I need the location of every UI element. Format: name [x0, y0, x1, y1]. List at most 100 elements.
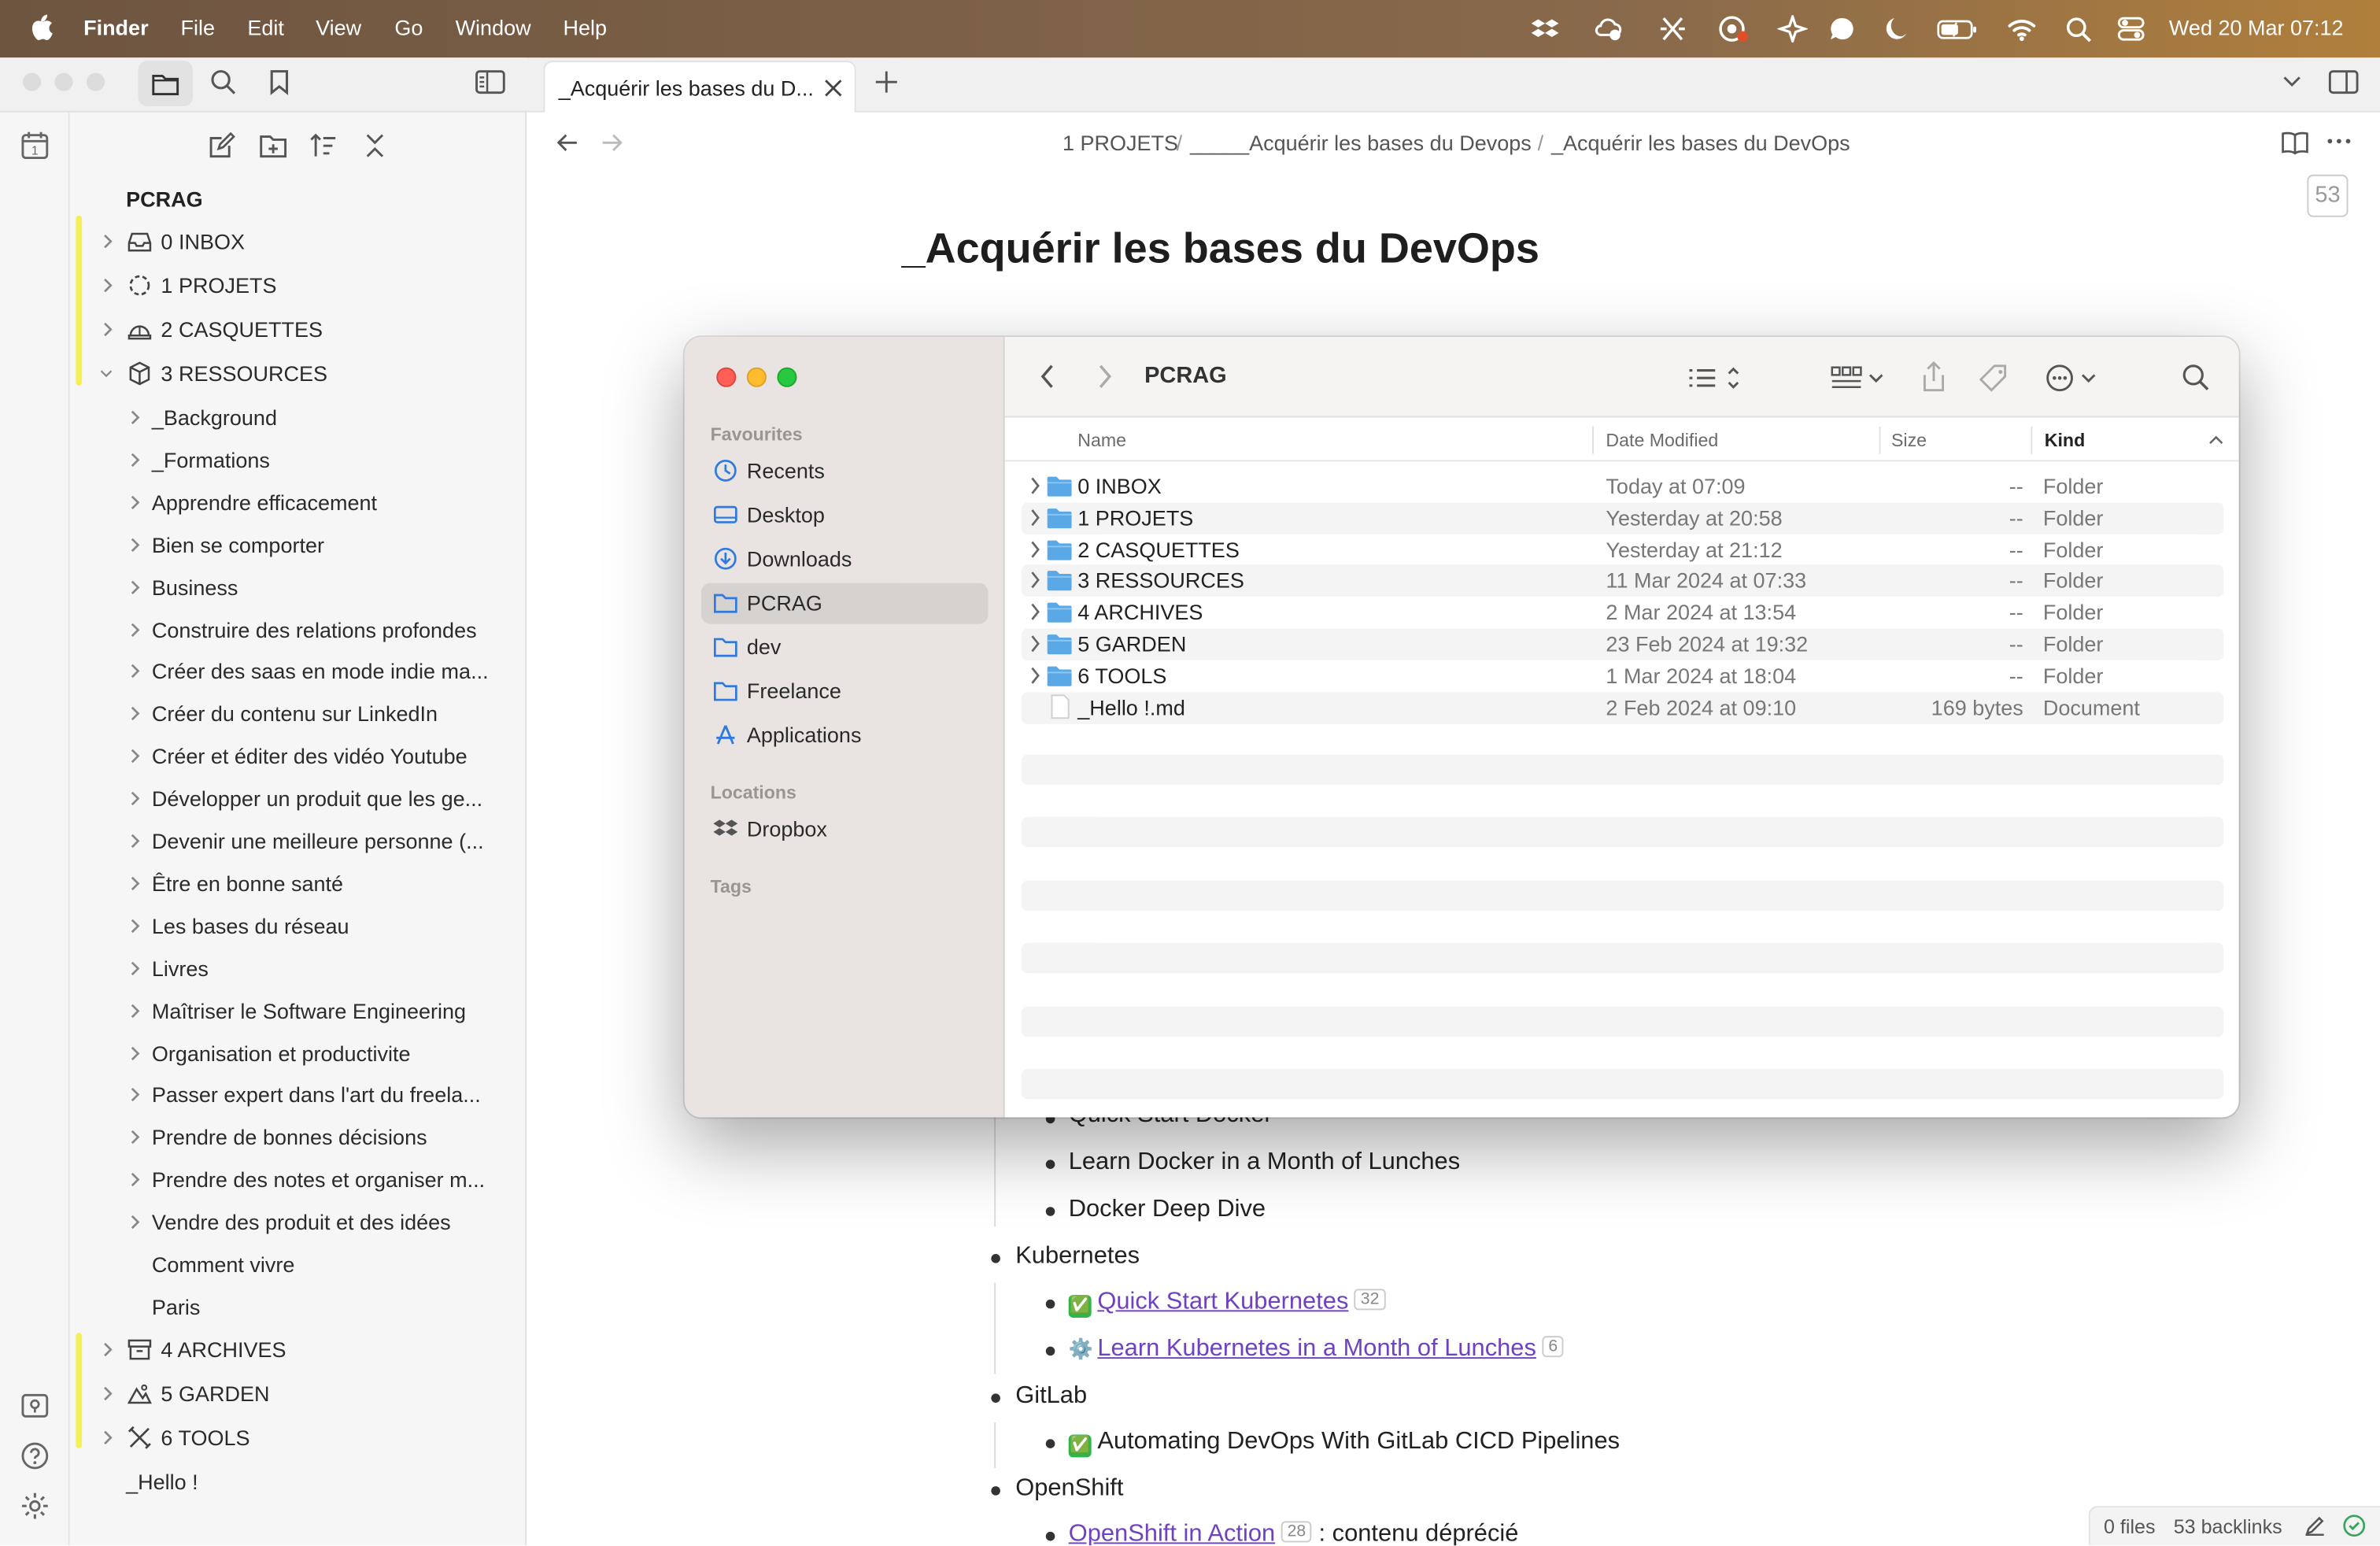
- sidebar-folder-tools[interactable]: 6 TOOLS: [0, 1418, 516, 1457]
- sidebar-subfolder[interactable]: _Background: [0, 398, 516, 437]
- group-by-icon[interactable]: [1831, 364, 1888, 392]
- chevron-right-icon[interactable]: [128, 790, 142, 808]
- chevron-right-icon[interactable]: [128, 1213, 142, 1231]
- chevron-right-icon[interactable]: [128, 1044, 142, 1062]
- spotlight-search-icon[interactable]: [2064, 15, 2095, 43]
- note-list-item[interactable]: ✅ Quick Start Kubernetes 32: [1068, 1289, 1386, 1318]
- sidebar-subfolder[interactable]: Créer des saas en mode indie ma...: [0, 652, 516, 691]
- edit-pencil-icon[interactable]: [2304, 1515, 2326, 1537]
- sidebar-note-comment-vivre[interactable]: Comment vivre: [0, 1245, 516, 1284]
- sidebar-subfolder[interactable]: Développer un produit que les ge...: [0, 779, 516, 819]
- finder-file-row[interactable]: 6 TOOLS 1 Mar 2024 at 18:04 -- Folder: [1022, 660, 2223, 693]
- chevron-right-icon[interactable]: [100, 1341, 115, 1359]
- battery-icon[interactable]: [1937, 15, 1979, 43]
- chevron-right-icon[interactable]: [128, 620, 142, 638]
- chevron-right-icon[interactable]: [128, 535, 142, 553]
- collapse-all-icon[interactable]: [361, 132, 389, 160]
- chevron-right-icon[interactable]: [128, 959, 142, 977]
- network-warning-icon[interactable]: [1717, 15, 1748, 43]
- chevron-right-icon[interactable]: [100, 1429, 115, 1447]
- share-icon[interactable]: [1920, 360, 1948, 393]
- sidebar-subfolder[interactable]: Organisation et productivite: [0, 1033, 516, 1072]
- chevron-right-icon[interactable]: [128, 832, 142, 850]
- note-list-item[interactable]: OpenShift: [1015, 1476, 1123, 1503]
- chevron-right-icon[interactable]: [128, 409, 142, 427]
- files-view-button[interactable]: [138, 61, 193, 106]
- column-header-name[interactable]: Name: [1077, 430, 1126, 451]
- sidebar-subfolder[interactable]: _Formations: [0, 440, 516, 479]
- window-zoom-button[interactable]: [86, 72, 105, 91]
- sidebar-note-paris[interactable]: Paris: [0, 1287, 516, 1326]
- sidebar-folder-projets[interactable]: 1 PROJETS: [0, 265, 516, 305]
- sidebar-folder-archives[interactable]: 4 ARCHIVES: [0, 1330, 516, 1369]
- note-list-item[interactable]: GitLab: [1015, 1383, 1087, 1411]
- finder-sidebar-pcrag[interactable]: PCRAG: [700, 583, 989, 624]
- search-icon[interactable]: [2181, 363, 2212, 394]
- toggle-sidebar-icon[interactable]: [475, 70, 506, 94]
- note-list-item[interactable]: ✅ Automating DevOps With GitLab CICD Pipe…: [1068, 1429, 1620, 1458]
- bookmark-icon[interactable]: [267, 68, 291, 96]
- more-actions-icon[interactable]: [2045, 363, 2102, 394]
- sparkle-icon[interactable]: [1777, 15, 1808, 43]
- note-title[interactable]: _Acquérir les bases du DevOps: [902, 224, 1539, 273]
- note-list-item[interactable]: Kubernetes: [1015, 1243, 1140, 1270]
- disclosure-triangle-icon[interactable]: [1029, 509, 1041, 527]
- column-divider[interactable]: [2031, 426, 2033, 454]
- control-center-icon[interactable]: [2116, 15, 2146, 43]
- forward-arrow-icon[interactable]: [600, 131, 624, 155]
- column-divider[interactable]: [1879, 426, 1881, 454]
- chevron-down-icon[interactable]: [98, 364, 113, 383]
- sidebar-subfolder[interactable]: Créer du contenu sur LinkedIn: [0, 694, 516, 734]
- chat-bubble-icon[interactable]: [1828, 15, 1858, 43]
- menu-go[interactable]: Go: [394, 15, 423, 39]
- sidebar-folder-garden[interactable]: 5 GARDEN: [0, 1374, 516, 1413]
- new-tab-plus-icon[interactable]: [874, 70, 899, 94]
- disclosure-triangle-icon[interactable]: [1029, 477, 1041, 495]
- chevron-right-icon[interactable]: [128, 916, 142, 934]
- backlinks-count-badge[interactable]: 53: [2307, 174, 2349, 217]
- finder-sidebar-dev[interactable]: dev: [701, 627, 988, 668]
- note-list-item[interactable]: Learn Docker in a Month of Lunches: [1069, 1149, 1460, 1177]
- internal-link[interactable]: OpenShift in Action: [1069, 1521, 1275, 1545]
- chevron-right-icon[interactable]: [128, 578, 142, 596]
- menu-view[interactable]: View: [316, 15, 361, 39]
- menu-window[interactable]: Window: [456, 15, 531, 39]
- note-list-item[interactable]: OpenShift in Action 28 : contenu déprécié: [1069, 1521, 1518, 1545]
- chevron-right-icon[interactable]: [128, 1171, 142, 1189]
- calendar-icon[interactable]: 1: [20, 131, 50, 161]
- new-note-icon[interactable]: [208, 131, 235, 160]
- disclosure-triangle-icon[interactable]: [1029, 666, 1041, 684]
- finder-close-button[interactable]: [716, 367, 737, 387]
- breadcrumb-item[interactable]: 1 PROJETS: [1062, 131, 1178, 155]
- chevron-right-icon[interactable]: [128, 493, 142, 511]
- sidebar-subfolder[interactable]: Passer expert dans l'art du freela...: [0, 1075, 516, 1115]
- column-header-kind[interactable]: Kind: [2045, 430, 2085, 451]
- vault-name[interactable]: PCRAG: [126, 187, 203, 211]
- finder-sidebar-freelance[interactable]: Freelance: [701, 671, 988, 712]
- finder-file-row[interactable]: 0 INBOX Today at 07:09 -- Folder: [1022, 471, 2223, 503]
- sidebar-subfolder[interactable]: Livres: [0, 949, 516, 988]
- chevron-right-icon[interactable]: [100, 276, 115, 294]
- tab-list-chevron-down-icon[interactable]: [2282, 73, 2303, 91]
- column-divider[interactable]: [1592, 426, 1594, 454]
- chevron-right-icon[interactable]: [128, 1001, 142, 1019]
- window-minimize-button[interactable]: [54, 72, 73, 91]
- new-folder-icon[interactable]: [260, 132, 287, 160]
- breadcrumb-item[interactable]: _____Acquérir les bases du Devops: [1190, 131, 1532, 155]
- finder-file-row[interactable]: 4 ARCHIVES 2 Mar 2024 at 13:54 -- Folder: [1022, 597, 2223, 629]
- window-close-button[interactable]: [22, 72, 42, 91]
- cloud-sync-icon[interactable]: [1594, 15, 1624, 43]
- sidebar-subfolder[interactable]: Devenir une meilleure personne (...: [0, 821, 516, 860]
- sidebar-subfolder[interactable]: Prendre de bonnes décisions: [0, 1118, 516, 1157]
- finder-file-row[interactable]: 2 CASQUETTES Yesterday at 21:12 -- Folder: [1022, 534, 2223, 565]
- finder-sidebar-dropbox[interactable]: Dropbox: [701, 809, 988, 850]
- note-list-item[interactable]: ⚙️ Learn Kubernetes in a Month of Lunches…: [1069, 1336, 1564, 1363]
- breadcrumb-item[interactable]: _Acquérir les bases du DevOps: [1551, 131, 1850, 155]
- list-view-icon[interactable]: [1688, 364, 1746, 392]
- sidebar-subfolder[interactable]: Prendre des notes et organiser m...: [0, 1160, 516, 1200]
- chevron-right-icon[interactable]: [128, 663, 142, 681]
- finder-file-row[interactable]: 1 PROJETS Yesterday at 20:58 -- Folder: [1021, 501, 2224, 534]
- chevron-right-icon[interactable]: [100, 232, 115, 250]
- sidebar-subfolder[interactable]: Maîtriser le Software Engineering: [0, 991, 516, 1030]
- menubar-clock[interactable]: Wed 20 Mar 07:12: [2169, 15, 2344, 39]
